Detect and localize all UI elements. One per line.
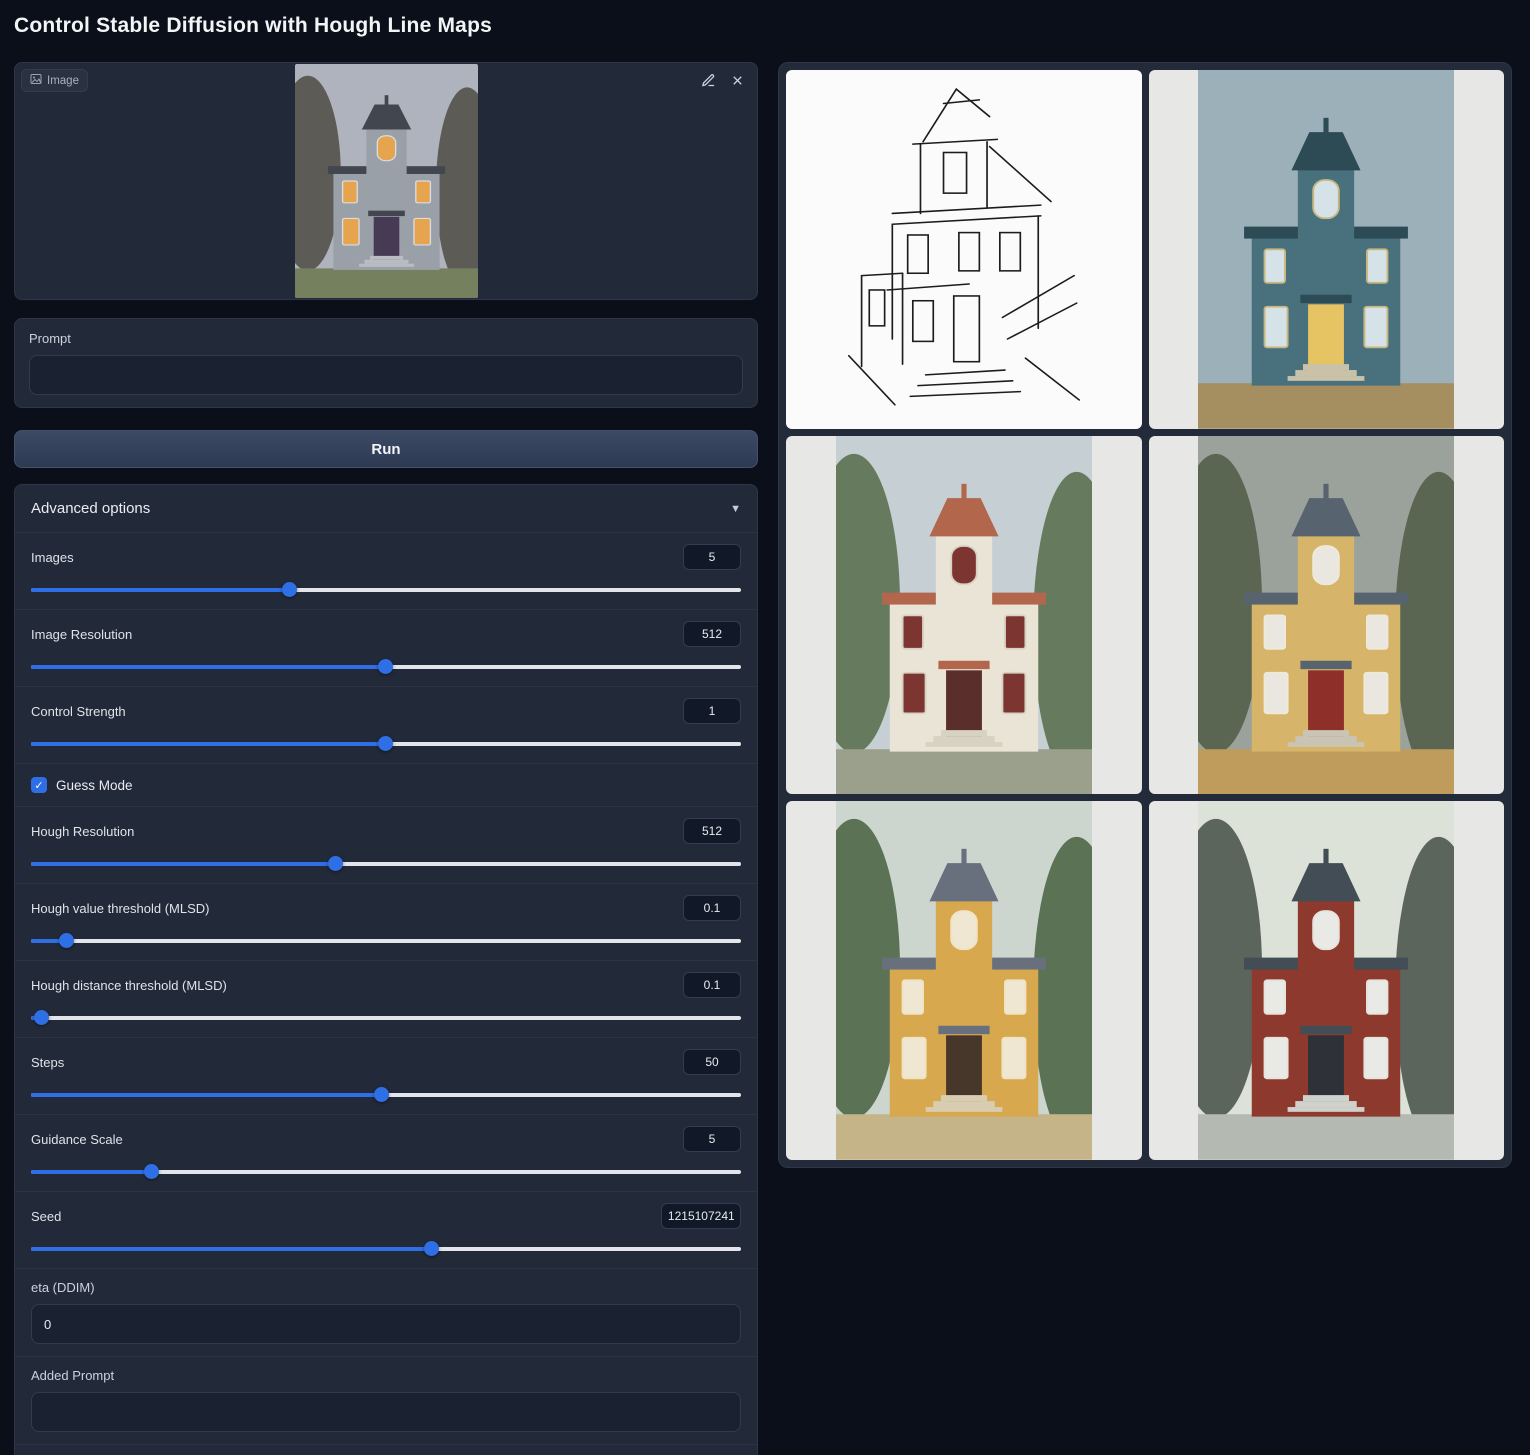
clear-image-button[interactable]	[728, 71, 747, 90]
slider-value-input[interactable]	[683, 972, 741, 998]
slider-fill	[31, 862, 336, 866]
slider-value-input[interactable]	[661, 1203, 741, 1229]
slider-handle[interactable]	[34, 1010, 49, 1025]
slider-label: Images	[31, 550, 74, 565]
slider[interactable]	[31, 933, 741, 948]
image-label: Image	[47, 75, 79, 87]
slider[interactable]	[31, 1087, 741, 1102]
slider-value-input[interactable]	[683, 1126, 741, 1152]
slider[interactable]	[31, 1164, 741, 1179]
slider[interactable]	[31, 1241, 741, 1256]
advanced-rows: Images Image Resolution Control Strength	[15, 532, 757, 1455]
slider-track[interactable]	[31, 1016, 741, 1020]
run-button[interactable]: Run	[14, 430, 758, 468]
gallery-item-white-victorian-house[interactable]	[786, 436, 1142, 795]
slider-handle[interactable]	[424, 1241, 439, 1256]
slider-label: Hough Resolution	[31, 824, 134, 839]
slider-label: Image Resolution	[31, 627, 132, 642]
page-title: Control Stable Diffusion with Hough Line…	[14, 14, 492, 38]
advanced-options-panel: Advanced options ▼ Images Image Resoluti…	[14, 484, 758, 1455]
slider-handle[interactable]	[282, 582, 297, 597]
image-upload[interactable]: Image	[14, 62, 758, 300]
slider-value-input[interactable]	[683, 818, 741, 844]
slider[interactable]	[31, 856, 741, 871]
text-field-input[interactable]	[31, 1392, 741, 1432]
slider-label: Control Strength	[31, 704, 126, 719]
slider-label: Steps	[31, 1055, 64, 1070]
slider-fill	[31, 588, 290, 592]
slider-fill	[31, 665, 386, 669]
slider-handle[interactable]	[144, 1164, 159, 1179]
prompt-input[interactable]	[29, 355, 743, 395]
slider-fill	[31, 1093, 382, 1097]
advanced-options-toggle[interactable]: Advanced options ▼	[15, 485, 757, 532]
slider-row-image-resolution: Image Resolution	[15, 609, 757, 686]
checkbox[interactable]: ✓	[31, 777, 47, 793]
slider-value-input[interactable]	[683, 621, 741, 647]
text-field-input[interactable]	[31, 1304, 741, 1344]
text-field-label: Added Prompt	[31, 1368, 741, 1383]
prompt-block: Prompt	[14, 318, 758, 408]
checkbox-row-guess-mode[interactable]: ✓ Guess Mode	[15, 763, 757, 806]
slider-row-steps: Steps	[15, 1037, 757, 1114]
gallery-item-teal-victorian-house[interactable]	[1149, 70, 1505, 429]
slider-row-hough-value-threshold-mlsd: Hough value threshold (MLSD)	[15, 883, 757, 960]
collapse-arrow-icon: ▼	[730, 503, 741, 515]
left-column: Image Prompt	[14, 62, 758, 1455]
slider-label: Seed	[31, 1209, 61, 1224]
checkbox-label: Guess Mode	[56, 778, 133, 793]
slider-value-input[interactable]	[683, 1049, 741, 1075]
text-row-negative-prompt: Negative Prompt	[15, 1444, 757, 1455]
slider-handle[interactable]	[328, 856, 343, 871]
advanced-options-title: Advanced options	[31, 500, 150, 517]
result-gallery	[778, 62, 1512, 1168]
slider-label: Hough value threshold (MLSD)	[31, 901, 209, 916]
slider[interactable]	[31, 659, 741, 674]
slider-value-input[interactable]	[683, 895, 741, 921]
edit-image-button[interactable]	[699, 71, 718, 90]
slider-row-seed: Seed	[15, 1191, 757, 1268]
slider-fill	[31, 742, 386, 746]
image-icon	[30, 73, 42, 88]
prompt-label: Prompt	[29, 331, 743, 346]
text-field-label: eta (DDIM)	[31, 1280, 741, 1295]
text-row-added-prompt: Added Prompt	[15, 1356, 757, 1444]
slider-label: Guidance Scale	[31, 1132, 123, 1147]
slider-track[interactable]	[31, 939, 741, 943]
image-label-chip: Image	[21, 69, 88, 92]
slider-row-images: Images	[15, 532, 757, 609]
slider-handle[interactable]	[378, 736, 393, 751]
slider-handle[interactable]	[378, 659, 393, 674]
slider-fill	[31, 1170, 152, 1174]
slider-value-input[interactable]	[683, 698, 741, 724]
slider[interactable]	[31, 1010, 741, 1025]
slider-row-hough-distance-threshold-mlsd: Hough distance threshold (MLSD)	[15, 960, 757, 1037]
slider-value-input[interactable]	[683, 544, 741, 570]
gallery-item-hough-line-map[interactable]	[786, 70, 1142, 429]
image-actions	[699, 71, 747, 90]
gallery-item-red-brick-house[interactable]	[1149, 801, 1505, 1160]
slider-label: Hough distance threshold (MLSD)	[31, 978, 227, 993]
slider-row-hough-resolution: Hough Resolution	[15, 806, 757, 883]
slider-row-control-strength: Control Strength	[15, 686, 757, 763]
slider[interactable]	[31, 736, 741, 751]
gallery-item-golden-victorian-house[interactable]	[786, 801, 1142, 1160]
slider-row-guidance-scale: Guidance Scale	[15, 1114, 757, 1191]
input-image-photo	[295, 64, 478, 298]
gallery-grid	[786, 70, 1504, 1160]
slider-handle[interactable]	[59, 933, 74, 948]
gallery-item-yellow-house-red-door[interactable]	[1149, 436, 1505, 795]
slider-fill	[31, 1247, 432, 1251]
slider-handle[interactable]	[374, 1087, 389, 1102]
slider[interactable]	[31, 582, 741, 597]
text-row-eta-ddim: eta (DDIM)	[15, 1268, 757, 1356]
